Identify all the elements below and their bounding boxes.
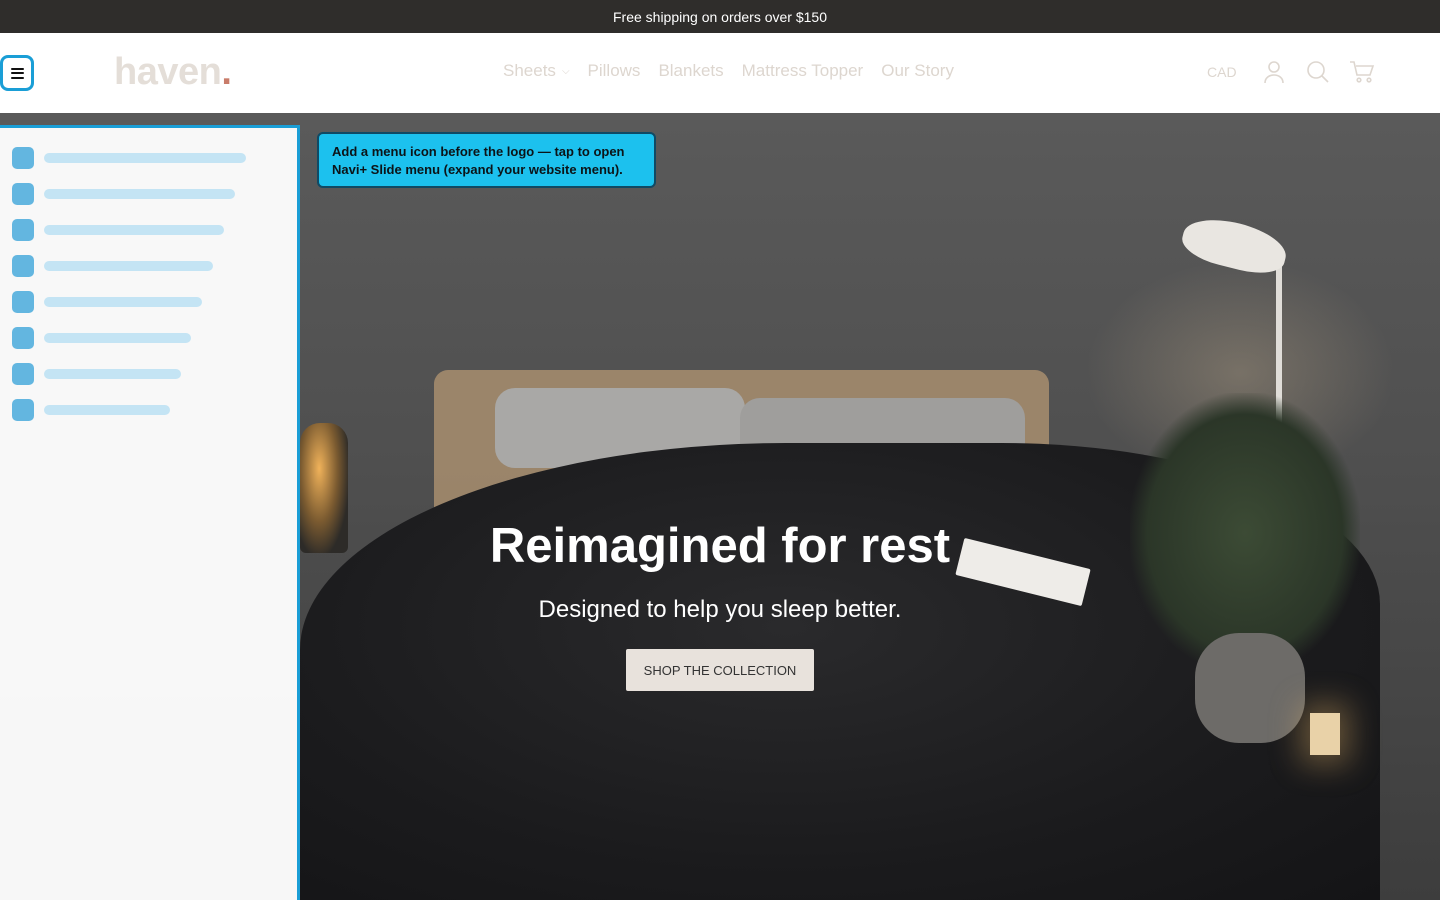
- search-icon[interactable]: [1305, 59, 1331, 85]
- main-nav: Sheets ⌵ Pillows Blankets Mattress Toppe…: [503, 61, 954, 81]
- menu-placeholder-item: [12, 363, 181, 385]
- nav-item-blankets[interactable]: Blankets: [658, 61, 723, 81]
- tooltip-line: Navi+ Slide menu (expand your website me…: [332, 162, 623, 177]
- nav-item-pillows[interactable]: Pillows: [588, 61, 641, 81]
- nav-item-label: Blankets: [658, 61, 724, 80]
- menu-placeholder-item: [12, 399, 170, 421]
- menu-placeholder-item: [12, 147, 246, 169]
- nav-item-label: Sheets: [503, 61, 556, 80]
- nav-item-label: Pillows: [587, 61, 641, 80]
- announcement-bar: Free shipping on orders over $150: [0, 0, 1440, 33]
- onboarding-tooltip: Add a menu icon before the logo — tap to…: [317, 132, 656, 188]
- menu-placeholder-item: [12, 291, 202, 313]
- menu-button[interactable]: [0, 55, 34, 91]
- menu-placeholder-item: [12, 219, 224, 241]
- shop-collection-button[interactable]: SHOP THE COLLECTION: [626, 649, 814, 691]
- slide-menu-preview: [0, 125, 300, 900]
- hamburger-icon: [10, 67, 24, 79]
- site-header: haven. Sheets ⌵ Pillows Blankets Mattres…: [0, 33, 1440, 113]
- account-icon[interactable]: [1261, 59, 1287, 85]
- menu-placeholder-item: [12, 183, 235, 205]
- currency-selector[interactable]: CAD: [1207, 64, 1237, 80]
- nav-item-mattress-topper[interactable]: Mattress Topper: [742, 61, 864, 81]
- menu-placeholder-item: [12, 327, 191, 349]
- menu-placeholder-item: [12, 255, 213, 277]
- cart-icon[interactable]: [1349, 59, 1375, 85]
- header-actions: CAD: [1207, 59, 1375, 85]
- chevron-down-icon: ⌵: [561, 65, 570, 77]
- nav-item-our-story[interactable]: Our Story: [881, 61, 954, 81]
- nav-item-label: Our Story: [881, 61, 954, 80]
- announcement-text: Free shipping on orders over $150: [612, 8, 828, 25]
- tooltip-line: Add a menu icon before the logo — tap to…: [332, 144, 625, 159]
- nav-item-label: Mattress Topper: [741, 61, 864, 80]
- nav-item-sheets[interactable]: Sheets ⌵: [503, 61, 570, 81]
- site-logo[interactable]: haven.: [114, 51, 232, 94]
